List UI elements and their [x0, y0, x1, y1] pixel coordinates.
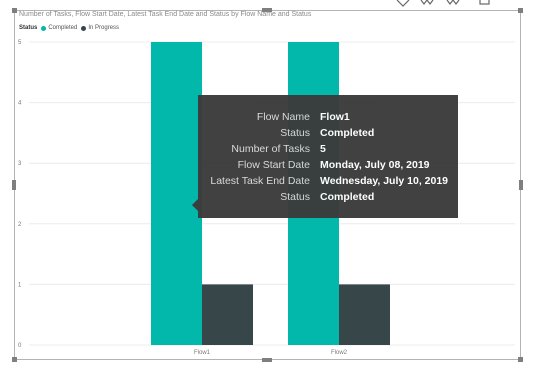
- resize-handle-top-left[interactable]: [12, 8, 17, 13]
- drill-up-icon[interactable]: [396, 0, 410, 7]
- tooltip-row: Number of Tasks 5: [198, 143, 458, 159]
- tooltip-row: Status Completed: [198, 127, 458, 143]
- tooltip-key: Flow Start Date: [237, 159, 310, 171]
- resize-handle-top-right[interactable]: [518, 8, 523, 13]
- bar-completed[interactable]: [151, 42, 202, 345]
- tooltip-row: Flow Name Flow1: [198, 111, 458, 127]
- tooltip-key: Status: [280, 127, 310, 139]
- tooltip-value: Monday, July 08, 2019: [320, 159, 430, 171]
- y-tick-label: 0: [18, 343, 22, 349]
- tooltip-key: Number of Tasks: [231, 143, 310, 155]
- resize-handle-bottom[interactable]: [262, 358, 272, 362]
- y-tick-label: 1: [18, 282, 22, 288]
- tooltip-row: Status Completed: [198, 191, 458, 207]
- bar-chart-visual[interactable]: Number of Tasks, Flow Start Date, Latest…: [14, 10, 521, 360]
- bar-in-progress[interactable]: [339, 284, 390, 345]
- expand-all-icon[interactable]: [446, 0, 460, 5]
- tooltip-value: Completed: [320, 191, 375, 203]
- data-tooltip: Flow Name Flow1 Status Completed Number of T…: [192, 95, 458, 218]
- tooltip-value: Wednesday, July 10, 2019: [320, 175, 449, 187]
- y-tick-label: 5: [18, 40, 22, 46]
- tooltip-value: Flow1: [320, 111, 350, 123]
- tooltip-row: Flow Start Date Monday, July 08, 2019: [198, 159, 458, 175]
- tooltip-key: Flow Name: [256, 111, 310, 123]
- y-tick-label: 3: [18, 161, 22, 167]
- bar-in-progress[interactable]: [202, 284, 253, 345]
- focus-mode-icon[interactable]: [479, 0, 490, 5]
- resize-handle-right[interactable]: [519, 180, 523, 190]
- resize-handle-bottom-left[interactable]: [12, 357, 17, 362]
- resize-handle-left[interactable]: [12, 180, 16, 190]
- resize-handle-top[interactable]: [262, 8, 272, 12]
- y-tick-label: 2: [18, 222, 22, 228]
- y-tick-label: 4: [18, 101, 22, 107]
- tooltip-key: Status: [280, 191, 310, 203]
- x-tick-label: Flow1: [194, 350, 211, 356]
- tooltip-row: Latest Task End Date Wednesday, July 10, …: [198, 175, 458, 191]
- drill-down-all-icon[interactable]: [420, 0, 434, 5]
- x-tick-label: Flow2: [331, 350, 348, 356]
- resize-handle-bottom-right[interactable]: [518, 357, 523, 362]
- tooltip-value: 5: [320, 143, 326, 155]
- tooltip-key: Latest Task End Date: [210, 175, 310, 187]
- tooltip-value: Completed: [320, 127, 375, 139]
